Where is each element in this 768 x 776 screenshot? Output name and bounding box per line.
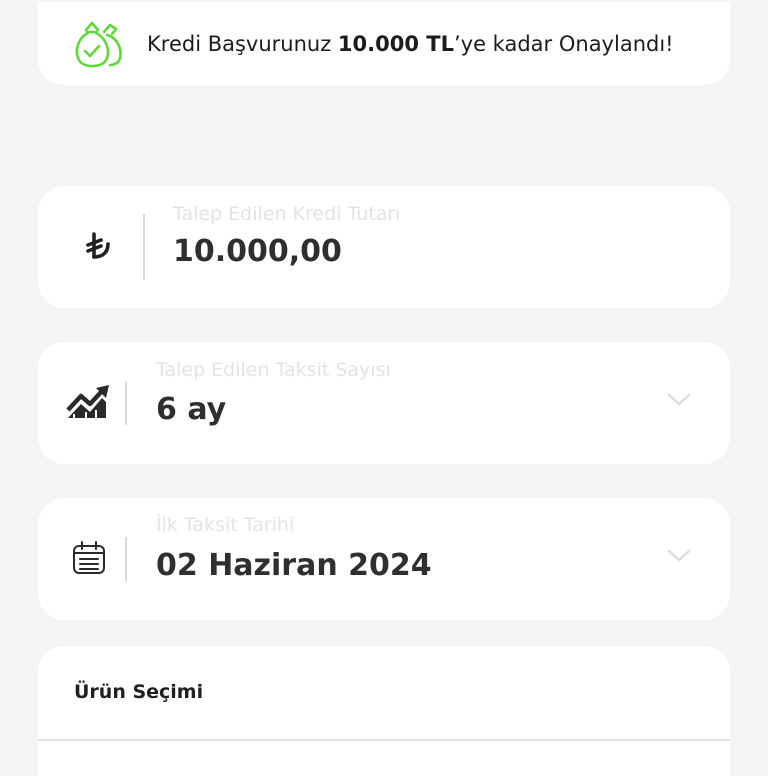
first-installment-date-label: İlk Taksit Tarihi xyxy=(156,514,295,536)
chevron-down-icon[interactable] xyxy=(666,392,692,408)
trend-chart-icon xyxy=(66,382,112,422)
approved-amount: 10.000 TL xyxy=(337,32,454,56)
credit-amount-label: Talep Edilen Kredi Tutarı xyxy=(173,203,401,225)
product-selection-title: Ürün Seçimi xyxy=(74,681,204,703)
calendar-icon xyxy=(71,540,107,576)
credit-amount-value[interactable]: 10.000,00 xyxy=(173,234,342,269)
installment-count-value: 6 ay xyxy=(156,392,227,427)
approval-text-before: Kredi Başvurunuz xyxy=(147,32,338,56)
field-divider xyxy=(143,214,145,280)
section-divider xyxy=(38,739,730,741)
approval-banner: Kredi Başvurunuz 10.000 TL’ye kadar Onay… xyxy=(38,2,730,85)
installment-count-label: Talep Edilen Taksit Sayısı xyxy=(156,359,391,381)
first-installment-date-value: 02 Haziran 2024 xyxy=(156,548,432,583)
turkish-lira-icon xyxy=(78,226,118,266)
first-installment-date-select[interactable]: İlk Taksit Tarihi 02 Haziran 2024 xyxy=(38,498,730,620)
approval-text-after: ’ye kadar Onaylandı! xyxy=(453,32,674,56)
money-bag-check-icon xyxy=(74,20,124,70)
installment-count-select[interactable]: Talep Edilen Taksit Sayısı 6 ay xyxy=(38,342,730,464)
product-selection-panel: Ürün Seçimi xyxy=(38,646,730,776)
field-divider xyxy=(125,381,127,425)
approval-message: Kredi Başvurunuz 10.000 TL’ye kadar Onay… xyxy=(147,30,674,58)
chevron-down-icon[interactable] xyxy=(666,548,692,564)
field-divider xyxy=(125,537,127,581)
credit-amount-field[interactable]: Talep Edilen Kredi Tutarı 10.000,00 xyxy=(38,186,730,308)
